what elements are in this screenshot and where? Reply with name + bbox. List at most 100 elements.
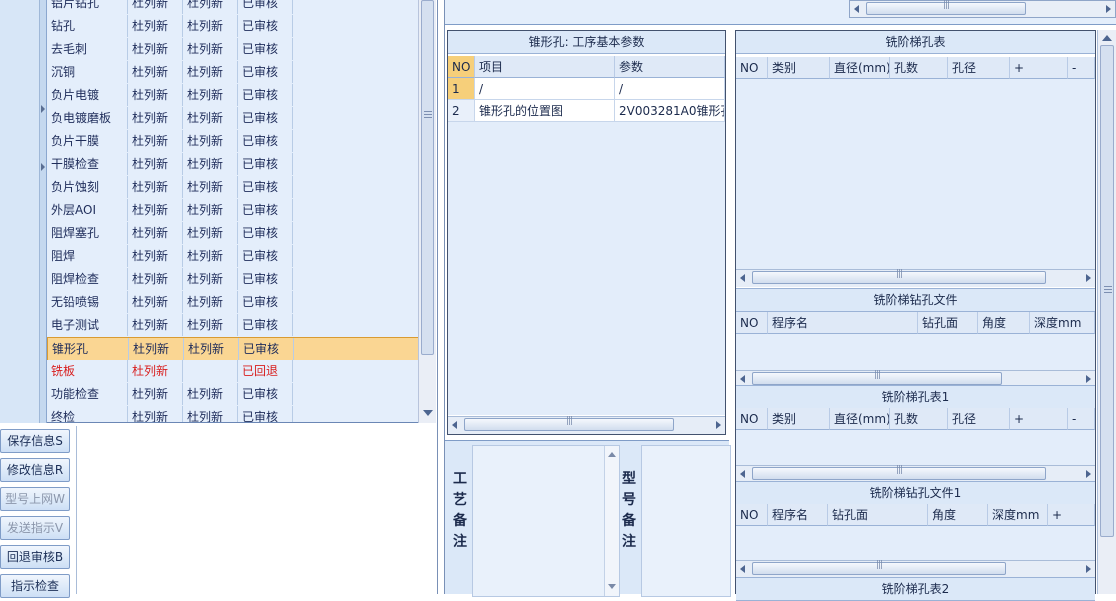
column-header-diameter[interactable]: 直径(mm) [830, 408, 890, 430]
reviewer-cell[interactable]: 杜列新 [183, 153, 238, 175]
designer-cell[interactable]: 杜列新 [128, 130, 183, 152]
row-number[interactable]: 2 [448, 100, 475, 122]
table-row[interactable]: 干膜检查 杜列新 杜列新 已审核 [47, 153, 418, 177]
empty-cell[interactable] [293, 199, 418, 221]
process-name-cell[interactable]: 去毛刺 [47, 38, 128, 60]
model-remark-input[interactable] [641, 445, 731, 597]
row-number[interactable]: 1 [448, 78, 475, 100]
designer-cell[interactable]: 杜列新 [128, 84, 183, 106]
scroll-down-icon[interactable] [608, 584, 616, 589]
add-column-button[interactable]: + [1010, 57, 1068, 79]
scrollbar-thumb[interactable] [752, 467, 1046, 480]
drill-file-1-scrollbar[interactable] [736, 560, 1095, 578]
empty-cell[interactable] [293, 314, 418, 336]
scroll-right-icon[interactable] [1086, 274, 1091, 282]
empty-cell[interactable] [293, 222, 418, 244]
scroll-right-icon[interactable] [716, 421, 721, 429]
reviewer-cell[interactable]: 杜列新 [183, 314, 238, 336]
column-header-no[interactable]: NO [448, 56, 475, 78]
hole-table-scrollbar[interactable] [736, 269, 1095, 287]
column-header-program[interactable]: 程序名 [768, 312, 918, 334]
scroll-left-icon[interactable] [740, 565, 745, 573]
reviewer-cell[interactable] [183, 360, 238, 382]
scroll-up-icon[interactable] [1102, 35, 1112, 41]
process-name-cell[interactable]: 负电镀磨板 [47, 107, 128, 129]
status-cell[interactable]: 已审核 [238, 199, 293, 221]
status-cell[interactable]: 已审核 [238, 153, 293, 175]
status-cell[interactable]: 已审核 [238, 268, 293, 290]
status-cell[interactable]: 已回退 [238, 360, 293, 382]
designer-cell[interactable]: 杜列新 [128, 268, 183, 290]
process-name-cell[interactable]: 钻孔 [47, 15, 128, 37]
scrollbar-thumb[interactable] [421, 0, 434, 355]
empty-cell[interactable] [293, 383, 418, 405]
param-value-cell[interactable]: / [615, 78, 725, 100]
designer-cell[interactable]: 杜列新 [128, 314, 183, 336]
param-item-cell[interactable]: / [475, 78, 615, 100]
remark-scrollbar[interactable] [604, 446, 619, 596]
reviewer-cell[interactable]: 杜列新 [183, 15, 238, 37]
empty-cell[interactable] [293, 84, 418, 106]
table-row[interactable]: 阻焊 杜列新 杜列新 已审核 [47, 245, 418, 269]
status-cell[interactable]: 已审核 [238, 406, 293, 422]
status-cell[interactable]: 已审核 [238, 314, 293, 336]
designer-cell[interactable]: 杜列新 [128, 0, 183, 14]
process-name-cell[interactable]: 无铅喷锡 [47, 291, 128, 313]
table-row[interactable]: 钻孔 杜列新 杜列新 已审核 [47, 15, 418, 39]
send-instruction-button[interactable]: 发送指示V [0, 516, 70, 540]
process-name-cell[interactable]: 锥形孔 [48, 338, 129, 360]
reviewer-cell[interactable]: 杜列新 [183, 130, 238, 152]
column-header-hole-count[interactable]: 孔数 [890, 57, 948, 79]
scroll-right-icon[interactable] [1106, 5, 1111, 13]
designer-cell[interactable]: 杜列新 [128, 245, 183, 267]
scroll-left-icon[interactable] [452, 421, 457, 429]
designer-cell[interactable]: 杜列新 [128, 291, 183, 313]
status-cell[interactable]: 已审核 [238, 383, 293, 405]
scroll-right-icon[interactable] [1086, 375, 1091, 383]
status-cell[interactable]: 已审核 [238, 107, 293, 129]
table-row[interactable]: 无铅喷锡 杜列新 杜列新 已审核 [47, 291, 418, 315]
process-name-cell[interactable]: 外层AOI [47, 199, 128, 221]
designer-cell[interactable]: 杜列新 [128, 199, 183, 221]
process-name-cell[interactable]: 阻焊检查 [47, 268, 128, 290]
process-name-cell[interactable]: 铣板 [47, 360, 128, 382]
designer-cell[interactable]: 杜列新 [128, 222, 183, 244]
table-row[interactable]: 阻焊检查 杜列新 杜列新 已审核 [47, 268, 418, 292]
column-header-drill-side[interactable]: 钻孔面 [828, 504, 928, 526]
status-cell[interactable]: 已审核 [238, 245, 293, 267]
column-header-hole-count[interactable]: 孔数 [890, 408, 948, 430]
designer-cell[interactable]: 杜列新 [128, 383, 183, 405]
reviewer-cell[interactable]: 杜列新 [183, 0, 238, 14]
designer-cell[interactable]: 杜列新 [128, 15, 183, 37]
table-row[interactable]: 沉铜 杜列新 杜列新 已审核 [47, 61, 418, 85]
empty-cell[interactable] [293, 153, 418, 175]
table-row[interactable]: 铣板 杜列新 已回退 [47, 360, 418, 384]
scrollbar-thumb[interactable] [752, 372, 1002, 385]
column-header-depth[interactable]: 深度mm [988, 504, 1048, 526]
scrollbar-thumb[interactable] [866, 2, 1026, 15]
param-value-cell[interactable]: 2V003281A0锥形孔 [615, 100, 725, 122]
empty-cell[interactable] [293, 406, 418, 422]
process-name-cell[interactable]: 终检 [47, 406, 128, 422]
add-column-button[interactable]: + [1010, 408, 1068, 430]
scroll-up-icon[interactable] [608, 452, 616, 457]
table-row[interactable]: 电子测试 杜列新 杜列新 已审核 [47, 314, 418, 338]
column-header-no[interactable]: NO [736, 408, 768, 430]
designer-cell[interactable]: 杜列新 [128, 153, 183, 175]
top-horizontal-scrollbar[interactable] [849, 0, 1116, 18]
column-header-drill-side[interactable]: 钻孔面 [918, 312, 978, 334]
status-cell[interactable]: 已审核 [239, 338, 294, 360]
process-name-cell[interactable]: 负片蚀刻 [47, 176, 128, 198]
process-remark-input[interactable] [472, 445, 620, 597]
designer-cell[interactable]: 杜列新 [128, 38, 183, 60]
status-cell[interactable]: 已审核 [238, 0, 293, 14]
main-splitter[interactable] [437, 0, 445, 594]
process-name-cell[interactable]: 铝片钻孔 [47, 0, 128, 14]
designer-cell[interactable]: 杜列新 [128, 61, 183, 83]
column-header-no[interactable]: NO [736, 312, 768, 334]
reviewer-cell[interactable]: 杜列新 [183, 383, 238, 405]
column-header-no[interactable]: NO [736, 57, 768, 79]
right-panel-scrollbar[interactable] [1097, 30, 1116, 594]
column-header-angle[interactable]: 角度 [928, 504, 988, 526]
empty-cell[interactable] [293, 268, 418, 290]
